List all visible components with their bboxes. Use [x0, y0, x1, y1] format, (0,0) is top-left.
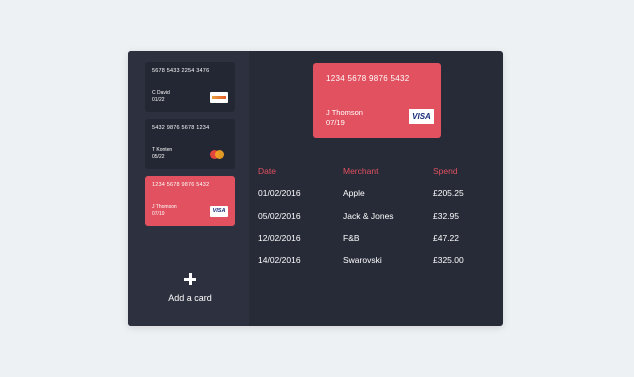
card-holder-name: C David	[152, 90, 170, 96]
card-expiry: 01/22	[152, 97, 165, 103]
card-item-mastercard[interactable]: 5432 9876 5678 1234 T Konten 05/22	[145, 119, 235, 169]
cell-merchant: Swarovski	[343, 255, 382, 266]
card-item-visa-selected[interactable]: 1234 5678 9876 5432 J Thomson 07/19 VISA	[145, 176, 235, 226]
column-header-merchant[interactable]: Merchant	[343, 166, 433, 176]
cell-date: 01/02/2016	[258, 188, 301, 199]
transactions-table: Date Merchant Spend 01/02/2016 Apple £20…	[258, 160, 488, 271]
selected-card-holder: J Thomson	[326, 108, 363, 117]
selected-card-number: 1234 5678 9876 5432	[326, 74, 410, 83]
table-header: Date Merchant Spend	[258, 160, 488, 182]
card-number: 5432 9876 5678 1234	[152, 125, 210, 131]
table-row[interactable]: 05/02/2016 Jack & Jones £32.95	[258, 205, 488, 227]
table-row[interactable]: 01/02/2016 Apple £205.25	[258, 182, 488, 204]
selected-card-expiry: 07/19	[326, 118, 345, 127]
cell-spend: £325.00	[433, 255, 464, 266]
visa-icon: VISA	[409, 109, 434, 124]
column-header-date[interactable]: Date	[258, 166, 343, 176]
visa-icon: VISA	[210, 206, 228, 217]
table-row[interactable]: 14/02/2016 Swarovski £325.00	[258, 249, 488, 271]
table-row[interactable]: 12/02/2016 F&B £47.22	[258, 227, 488, 249]
card-holder-name: T Konten	[152, 147, 173, 153]
add-card-label: Add a card	[168, 293, 212, 303]
add-card-button[interactable]: Add a card	[145, 273, 235, 306]
cell-spend: £205.25	[433, 188, 464, 199]
plus-icon	[184, 273, 196, 285]
card-expiry: 07/19	[152, 211, 165, 217]
cell-date: 14/02/2016	[258, 255, 301, 266]
card-expiry: 05/22	[152, 154, 165, 160]
card-item-discover[interactable]: 5678 5433 2254 3476 C David 01/22	[145, 62, 235, 112]
card-holder-name: J Thomson	[152, 204, 177, 210]
cell-merchant: Apple	[343, 188, 365, 199]
cell-date: 05/02/2016	[258, 210, 301, 221]
cell-spend: £47.22	[433, 233, 459, 244]
cell-merchant: Jack & Jones	[343, 210, 394, 221]
cell-spend: £32.95	[433, 210, 459, 221]
cell-merchant: F&B	[343, 233, 360, 244]
discover-icon	[210, 92, 228, 103]
mastercard-icon	[210, 149, 228, 160]
card-list-sidebar: 5678 5433 2254 3476 C David 01/22 5432 9…	[128, 51, 249, 326]
selected-card: 1234 5678 9876 5432 J Thomson 07/19 VISA	[313, 63, 441, 138]
wallet-panel: 5678 5433 2254 3476 C David 01/22 5432 9…	[128, 51, 503, 326]
card-number: 1234 5678 9876 5432	[152, 182, 210, 188]
card-number: 5678 5433 2254 3476	[152, 68, 210, 74]
column-header-spend[interactable]: Spend	[433, 166, 488, 176]
cell-date: 12/02/2016	[258, 233, 301, 244]
